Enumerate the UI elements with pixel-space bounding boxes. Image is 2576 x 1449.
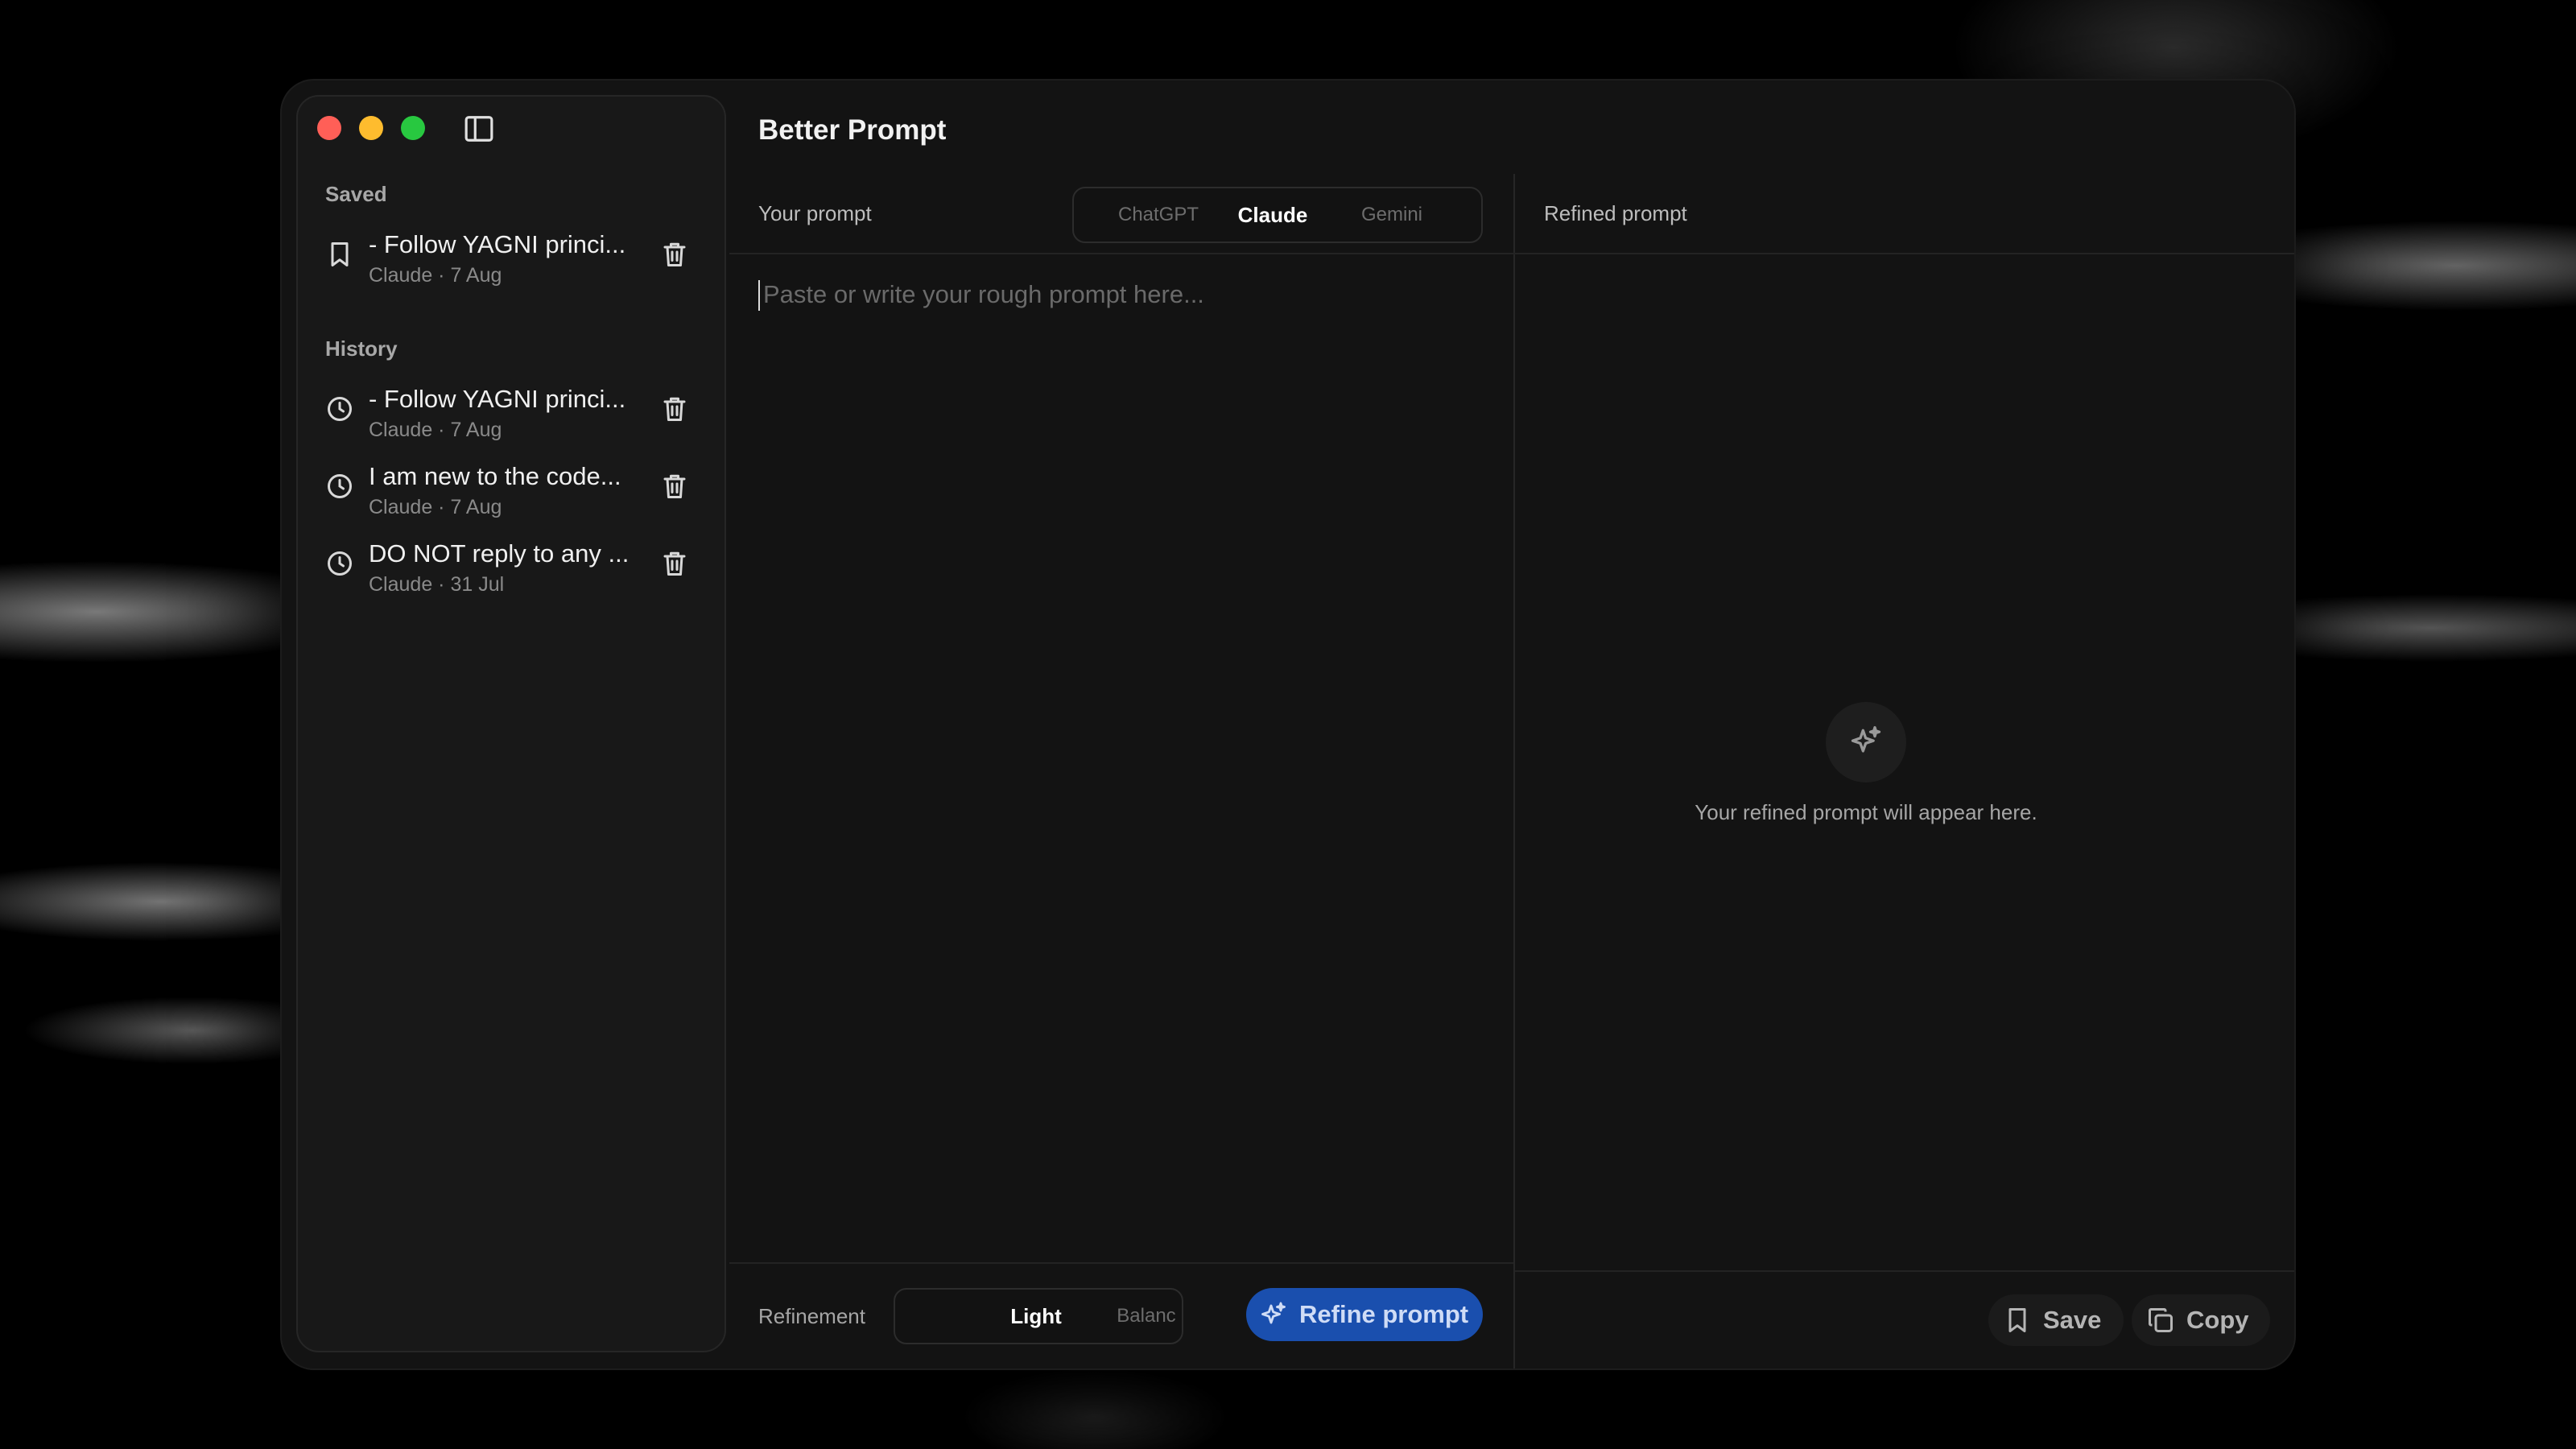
maximize-button[interactable] — [401, 116, 425, 140]
refinement-label: Refinement — [758, 1304, 865, 1328]
pane-divider — [1513, 174, 1515, 1368]
clock-icon — [328, 551, 352, 576]
text-caret — [758, 280, 760, 311]
history-item-meta: Claude · 7 Aug — [369, 496, 502, 518]
history-item-title: I am new to the code... — [369, 462, 621, 490]
minimize-button[interactable] — [359, 116, 383, 140]
trash-icon[interactable] — [660, 240, 689, 269]
history-item-title: - Follow YAGNI princi... — [369, 385, 626, 413]
trash-icon[interactable] — [660, 394, 689, 423]
copy-button-label: Copy — [2186, 1306, 2249, 1334]
footer-divider-left — [729, 1262, 1513, 1264]
save-button-label: Save — [2043, 1306, 2102, 1334]
refine-prompt-label: Refine prompt — [1299, 1300, 1469, 1328]
history-item-meta: Claude · 31 Jul — [369, 573, 505, 596]
refinement-selector: Light Balanc — [894, 1288, 1183, 1344]
trash-icon[interactable] — [660, 472, 689, 501]
copy-icon — [2149, 1308, 2173, 1332]
prompt-input[interactable]: Paste or write your rough prompt here... — [758, 277, 1483, 1243]
app-title: Better Prompt — [758, 114, 947, 146]
empty-state-icon-wrap — [1826, 702, 1906, 782]
history-item-meta: Claude · 7 Aug — [369, 419, 502, 441]
refined-pane-label: Refined prompt — [1544, 201, 1687, 225]
history-item[interactable]: DO NOT reply to any ... Claude · 31 Jul — [309, 531, 713, 599]
trash-icon[interactable] — [660, 549, 689, 578]
saved-item[interactable]: - Follow YAGNI princi... Claude · 7 Aug — [309, 222, 713, 290]
model-option-claude[interactable]: Claude — [1228, 188, 1317, 242]
prompt-pane-label: Your prompt — [758, 201, 872, 225]
close-button[interactable] — [317, 116, 341, 140]
bookmark-icon — [331, 242, 349, 266]
refinement-option-balanced[interactable]: Balanc — [1106, 1290, 1182, 1343]
sparkle-icon — [1851, 726, 1881, 753]
sidebar: Saved - Follow YAGNI princi... Claude · … — [296, 95, 726, 1352]
saved-section-label: Saved — [325, 182, 387, 206]
empty-state-text: Your refined prompt will appear here. — [1695, 800, 2037, 824]
refine-prompt-button[interactable]: Refine prompt — [1246, 1288, 1483, 1341]
model-option-chatgpt[interactable]: ChatGPT — [1106, 188, 1211, 242]
sparkle-icon — [1261, 1302, 1286, 1324]
model-option-gemini[interactable]: Gemini — [1340, 188, 1444, 242]
app-window: Saved - Follow YAGNI princi... Claude · … — [282, 80, 2294, 1368]
footer-divider-right — [1515, 1270, 2294, 1272]
history-item[interactable]: - Follow YAGNI princi... Claude · 7 Aug — [309, 377, 713, 444]
header-divider — [729, 253, 2294, 254]
saved-item-title: - Follow YAGNI princi... — [369, 230, 626, 258]
history-section-label: History — [325, 336, 398, 361]
refinement-option-light[interactable]: Light — [992, 1290, 1080, 1343]
save-button[interactable]: Save — [1988, 1294, 2124, 1346]
sidebar-toggle-icon[interactable] — [464, 114, 494, 143]
saved-item-meta: Claude · 7 Aug — [369, 264, 502, 287]
copy-button[interactable]: Copy — [2132, 1294, 2270, 1346]
clock-icon — [328, 397, 352, 421]
prompt-placeholder: Paste or write your rough prompt here... — [763, 280, 1204, 308]
bookmark-icon — [2008, 1308, 2026, 1332]
clock-icon — [328, 474, 352, 498]
model-selector: ChatGPT Claude Gemini — [1072, 187, 1483, 243]
history-item[interactable]: I am new to the code... Claude · 7 Aug — [309, 454, 713, 522]
history-item-title: DO NOT reply to any ... — [369, 539, 630, 568]
